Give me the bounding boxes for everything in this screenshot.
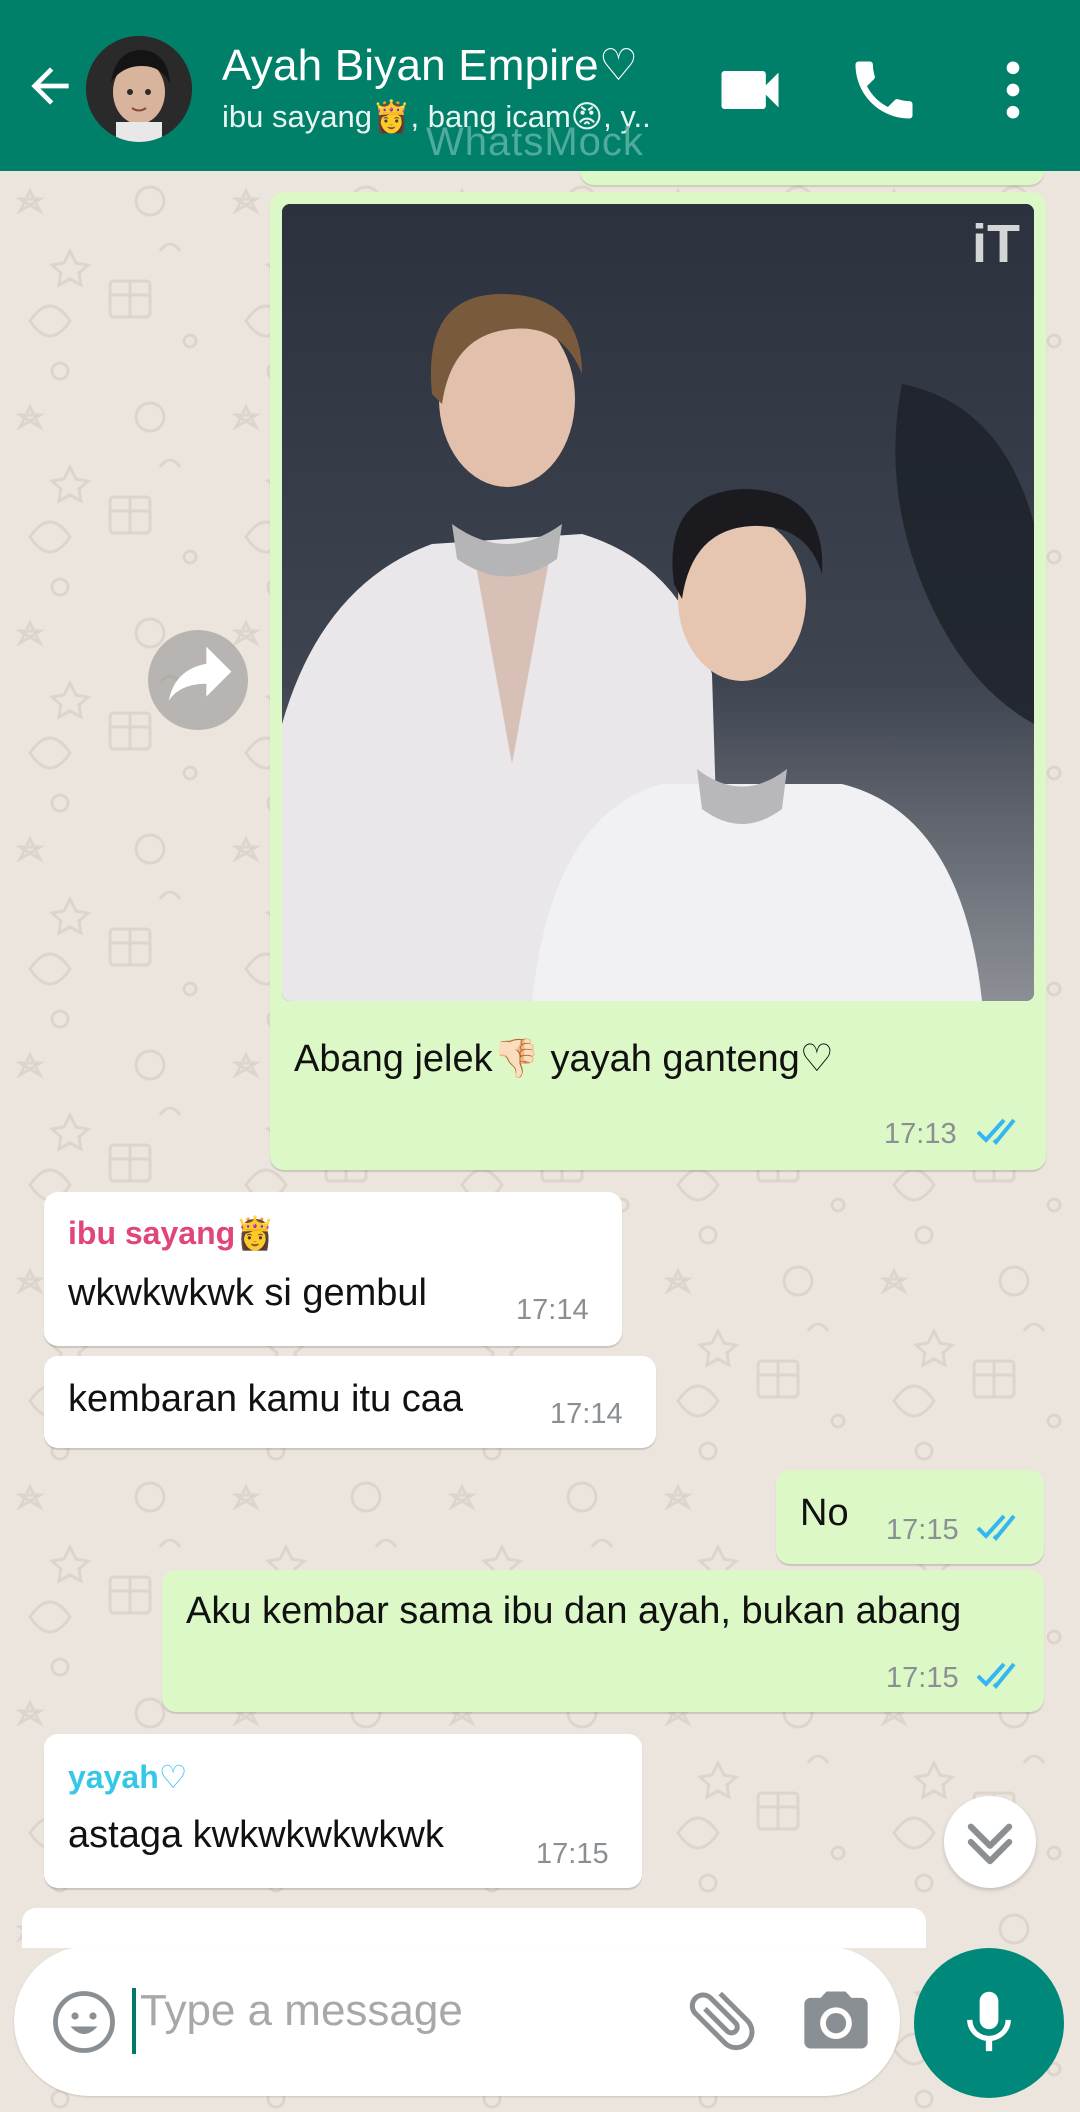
message-time: 17:15 (536, 1838, 609, 1870)
voice-call-button[interactable] (846, 52, 922, 128)
emoji-button[interactable] (48, 1986, 120, 2058)
more-options-button[interactable] (975, 52, 1051, 128)
avatar[interactable] (86, 36, 192, 142)
forward-button[interactable] (148, 630, 248, 730)
chat-header: Ayah Biyan Empire♡ ibu sayang👸, bang ica… (0, 0, 1080, 171)
message-time: 17:13 (884, 1118, 957, 1150)
attach-button[interactable] (682, 1980, 762, 2060)
message-text: kembaran kamu itu caa (68, 1378, 463, 1420)
message-bubble-outgoing[interactable]: Aku kembar sama ibu dan ayah, bukan aban… (162, 1570, 1044, 1712)
avatar-image (86, 36, 192, 142)
photo-image: iT (282, 204, 1034, 1001)
camera-button[interactable] (798, 1982, 874, 2058)
video-call-icon (721, 71, 779, 109)
read-ticks-icon (976, 1118, 1016, 1145)
scroll-to-bottom-button[interactable] (944, 1796, 1036, 1888)
phone-icon (855, 61, 913, 119)
message-time: 17:14 (550, 1398, 623, 1430)
read-ticks-icon (976, 1662, 1016, 1689)
message-time: 17:15 (886, 1514, 959, 1546)
more-vert-icon (1006, 61, 1020, 119)
next-message-bubble[interactable] (22, 1908, 926, 1948)
message-text: Aku kembar sama ibu dan ayah, bukan aban… (186, 1590, 962, 1632)
message-text: astaga kwkwkwkwkwk (68, 1814, 444, 1856)
image-caption: Abang jelek👎🏻 yayah ganteng♡ (294, 1038, 834, 1080)
video-call-button[interactable] (712, 52, 788, 128)
chat-title[interactable]: Ayah Biyan Empire♡ (222, 40, 638, 91)
text-cursor (132, 1988, 136, 2054)
message-input[interactable]: Type a message (140, 1986, 463, 2036)
message-bubble-image[interactable]: iT Abang jelek👎🏻 yayah ganteng♡ 17:13 (270, 192, 1046, 1170)
message-text: wkwkwkwk si gembul (68, 1272, 427, 1314)
message-bubble-outgoing[interactable]: No 17:15 (776, 1470, 1044, 1564)
image-badge: iT (972, 214, 1020, 274)
watermark: WhatsMock (426, 120, 644, 164)
message-composer: Type a message (14, 1946, 900, 2096)
message-bubble-incoming[interactable]: kembaran kamu itu caa 17:14 (44, 1356, 656, 1448)
mic-icon (967, 1991, 1011, 2052)
message-time: 17:14 (516, 1294, 589, 1326)
message-time: 17:15 (886, 1662, 959, 1694)
attach-icon (689, 1991, 755, 2051)
forward-icon (168, 646, 232, 701)
back-button[interactable] (22, 58, 78, 114)
previous-message-bubble[interactable] (580, 171, 1044, 185)
message-text: No (800, 1492, 849, 1534)
sender-name[interactable]: yayah♡ (68, 1758, 187, 1796)
back-arrow-icon (31, 67, 69, 105)
voice-record-button[interactable] (914, 1948, 1064, 2098)
read-ticks-icon (976, 1514, 1016, 1541)
message-bubble-incoming[interactable]: yayah♡ astaga kwkwkwkwkwk 17:15 (44, 1734, 642, 1888)
camera-icon (804, 1991, 868, 2049)
sender-name[interactable]: ibu sayang👸 (68, 1214, 275, 1252)
message-bubble-incoming[interactable]: ibu sayang👸 wkwkwkwk si gembul 17:14 (44, 1192, 622, 1346)
double-chevron-down-icon (967, 1823, 1013, 1865)
emoji-icon (53, 1991, 115, 2053)
message-photo[interactable]: iT (282, 204, 1034, 1001)
